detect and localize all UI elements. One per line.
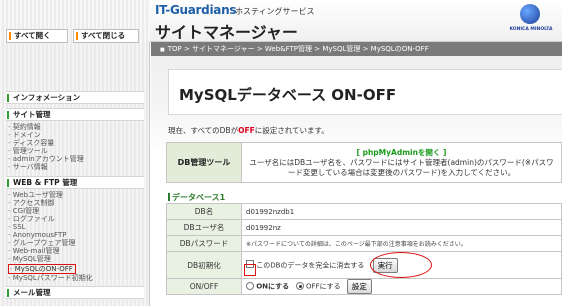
status-message: 現在、すべてのDBがOFFに設定されています。 bbox=[168, 125, 329, 136]
status-off: OFF bbox=[238, 126, 255, 135]
db-password-note: ※パスワードについての詳細は、このページ最下部の注意事項をお読みください。 bbox=[241, 235, 562, 252]
close-all-button[interactable]: すべて閉じる bbox=[73, 29, 139, 43]
open-all-button[interactable]: すべて開く bbox=[6, 29, 68, 43]
db-tool-description: ユーザ名にはDBユーザ名を、パスワードにはサイト管理者(admin)のパスワード… bbox=[249, 157, 554, 177]
nav-item-contract[interactable]: 契約情報 bbox=[8, 123, 41, 131]
database-heading: データベース1 bbox=[168, 192, 225, 203]
off-radio[interactable] bbox=[295, 281, 304, 290]
db-tool-table: DB管理ツール [ phpMyAdminを開く ] ユーザ名にはDBユーザ名を、… bbox=[166, 142, 562, 183]
nav-item-access-control[interactable]: アクセス制御 bbox=[8, 199, 55, 207]
db-name-label: DB名 bbox=[166, 203, 242, 220]
nav-item-mysql-password-reset[interactable]: MySQLパスワード初期化 bbox=[8, 274, 93, 282]
nav-item-disk[interactable]: ディスク容量 bbox=[8, 139, 55, 147]
globe-icon bbox=[520, 4, 540, 24]
status-suffix: に設定されています。 bbox=[254, 126, 329, 135]
on-radio[interactable] bbox=[246, 281, 254, 290]
konica-minolta-logo: KONICA MINOLTA bbox=[510, 4, 552, 38]
database-table: DB名 d01992nzdb1 DBユーザ名 d01992nz DBパスワード … bbox=[166, 203, 562, 295]
nav-section-webftp[interactable]: WEB & FTP 管理 bbox=[6, 176, 144, 189]
onoff-label: ON/OFF bbox=[166, 278, 242, 295]
nav-section-info[interactable]: インフォメーション bbox=[6, 91, 144, 104]
nav-item-server-info[interactable]: サーバ情報 bbox=[8, 163, 48, 171]
db-password-label: DBパスワード bbox=[166, 235, 242, 252]
nav-item-ssl[interactable]: SSL bbox=[8, 223, 26, 231]
page-title: MySQLデータベース ON-OFF bbox=[179, 86, 397, 104]
nav-item-cgi[interactable]: CGI管理 bbox=[8, 207, 39, 215]
nav-item-groupware[interactable]: グループウェア管理 bbox=[8, 239, 76, 247]
db-user-label: DBユーザ名 bbox=[166, 219, 242, 236]
site-title: サイトマネージャー bbox=[155, 23, 298, 42]
db-tool-cell: [ phpMyAdminを開く ] ユーザ名にはDBユーザ名を、パスワードにはサ… bbox=[241, 142, 562, 183]
nav-item-logfile[interactable]: ログファイル bbox=[8, 215, 55, 223]
brand-subtitle: ホスティングサービス bbox=[235, 7, 315, 16]
set-button[interactable]: 設定 bbox=[346, 279, 372, 294]
annotation-checkbox-marker bbox=[244, 264, 256, 276]
on-radio-label: ONにする bbox=[256, 282, 290, 291]
db-init-label: DB初期化 bbox=[166, 251, 242, 279]
nav-item-anonymous-ftp[interactable]: AnonymousFTP bbox=[8, 231, 67, 239]
annotation-execute-marker bbox=[370, 252, 432, 278]
brand-logo: IT-Guardians bbox=[155, 3, 237, 17]
nav-section-mail[interactable]: メール管理 bbox=[6, 286, 144, 299]
db-name-value: d01992nzdb1 bbox=[241, 203, 562, 220]
nav-item-admin-account[interactable]: adminアカウント管理 bbox=[8, 155, 84, 163]
nav-section-site[interactable]: サイト管理 bbox=[6, 108, 144, 121]
nav-item-webmail[interactable]: Web-mail管理 bbox=[8, 247, 60, 255]
breadcrumb: TOP > サイトマネージャー > Web&FTP管理 > MySQL管理 > … bbox=[160, 44, 429, 54]
nav-item-mysql[interactable]: MySQL管理 bbox=[8, 255, 51, 263]
db-tool-label: DB管理ツール bbox=[166, 142, 242, 183]
nav-item-mysql-onoff[interactable]: MySQLのON-OFF bbox=[8, 264, 76, 274]
maker-name: KONICA MINOLTA bbox=[509, 27, 553, 32]
onoff-cell: ONにする OFFにする 設定 bbox=[241, 278, 562, 295]
erase-db-text: このDBのデータを完全に消去する bbox=[256, 261, 365, 269]
nav-item-tools[interactable]: 管理ツール bbox=[8, 147, 48, 155]
nav-item-domain[interactable]: ドメイン bbox=[8, 131, 41, 139]
status-prefix: 現在、すべてのDBが bbox=[168, 126, 239, 135]
db-user-value: d01992nz bbox=[241, 219, 562, 236]
phpmyadmin-link[interactable]: [ phpMyAdminを開く ] bbox=[246, 148, 557, 158]
off-radio-label: OFFにする bbox=[306, 282, 341, 291]
nav-item-web-users[interactable]: Webユーザ管理 bbox=[8, 191, 63, 199]
